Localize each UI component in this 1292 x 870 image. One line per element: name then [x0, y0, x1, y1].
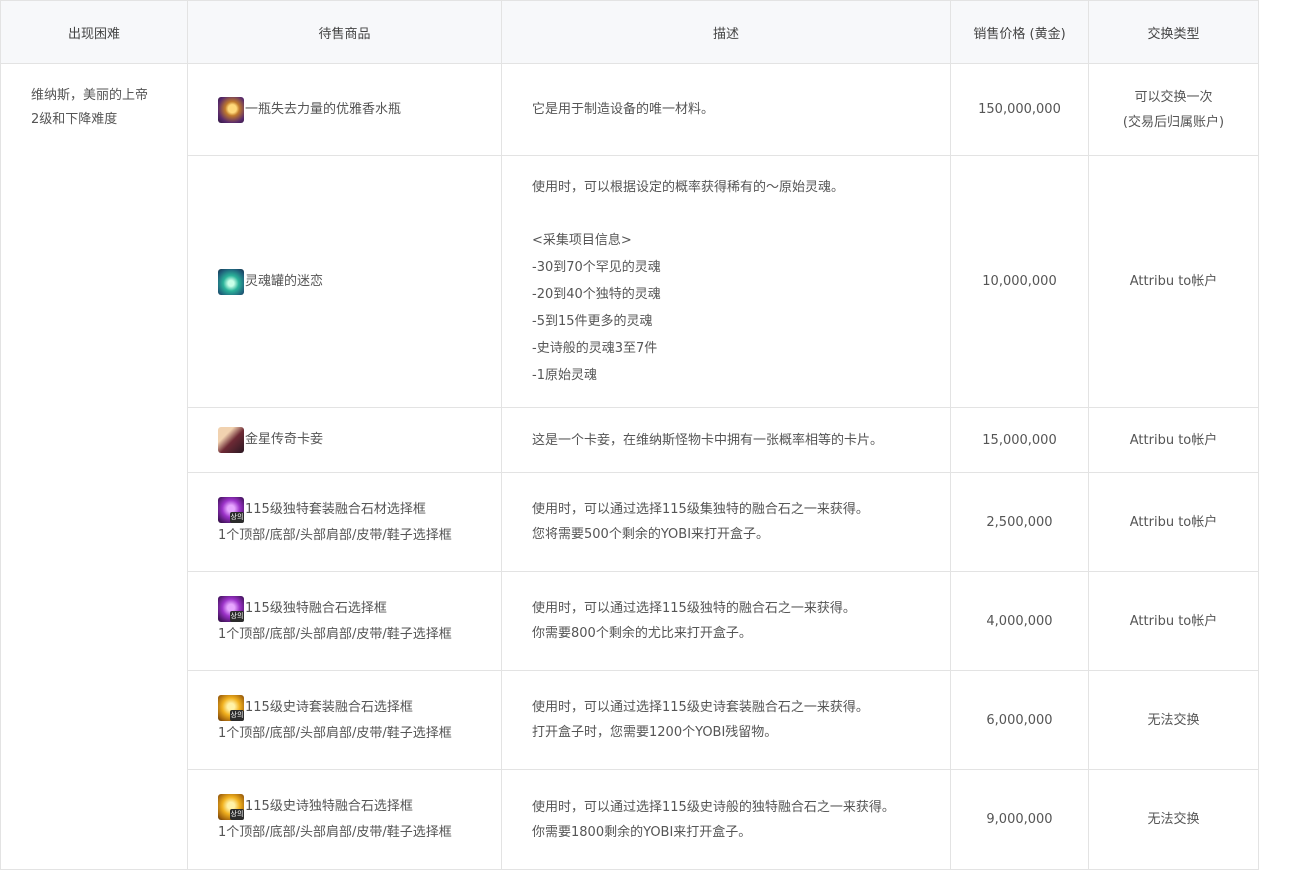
item-name: 115级史诗套装融合石选择框 — [245, 699, 413, 715]
trade-type-cell: Attribu to帐户 — [1088, 407, 1259, 473]
price-cell: 2,500,000 — [950, 472, 1089, 572]
item-cell: 상의 115级独特套装融合石材选择框 1个顶部/底部/头部肩部/皮带/鞋子选择框 — [187, 472, 502, 572]
difficulty-line-2: 2级和下降难度 — [31, 112, 118, 127]
price-cell: 15,000,000 — [950, 407, 1089, 473]
description-line: 使用时，可以根据设定的概率获得稀有的～原始灵魂。 — [532, 180, 845, 195]
price-cell: 9,000,000 — [950, 769, 1089, 870]
price-cell: 4,000,000 — [950, 571, 1089, 671]
description-line: -5到15件更多的灵魂 — [532, 314, 653, 329]
trade-type-cell: 无法交换 — [1088, 769, 1259, 870]
header-difficulty: 出现困难 — [0, 0, 188, 64]
description-line: -史诗般的灵魂3至7件 — [532, 341, 658, 356]
item-name: 115级独特融合石选择框 — [245, 600, 387, 616]
soul-urn-icon — [218, 268, 244, 295]
table-row: 상의 115级独特套装融合石材选择框 1个顶部/底部/头部肩部/皮带/鞋子选择框… — [1, 472, 1259, 572]
description-line: 打开盒子时，您需要1200个YOBI残留物。 — [532, 725, 778, 740]
item-name: 115级史诗独特融合石选择框 — [245, 799, 413, 814]
description-cell: 使用时，可以通过选择115级史诗般的独特融合石之一来获得。 你需要1800剩余的… — [501, 769, 951, 870]
table-row: 상의 115级独特融合石选择框 1个顶部/底部/头部肩部/皮带/鞋子选择框 使用… — [1, 571, 1259, 671]
description-cell: 使用时，可以通过选择115级史诗套装融合石之一来获得。 打开盒子时，您需要120… — [501, 670, 951, 770]
table-row: 金星传奇卡妾 这是一个卡妾，在维纳斯怪物卡中拥有一张概率相等的卡片。 15,00… — [1, 407, 1259, 473]
description-line: 您将需要500个剩余的YOBI来打开盒子。 — [532, 527, 770, 542]
purple-box-icon: 상의 — [218, 496, 244, 523]
difficulty-line-1: 维纳斯，美丽的上帝 — [31, 88, 149, 103]
icon-tag: 상의 — [230, 709, 244, 721]
icon-tag: 상의 — [230, 610, 244, 622]
gold-box-icon: 상의 — [218, 794, 244, 820]
price-cell: 150,000,000 — [950, 63, 1089, 156]
item-subtitle: 1个顶部/底部/头部肩部/皮带/鞋子选择框 — [218, 725, 452, 741]
price-cell: 6,000,000 — [950, 670, 1089, 770]
description-cell: 这是一个卡妾，在维纳斯怪物卡中拥有一张概率相等的卡片。 — [501, 407, 951, 473]
perfume-bottle-icon — [218, 96, 244, 123]
description-line: 使用时，可以通过选择115级独特的融合石之一来获得。 — [532, 601, 856, 616]
trade-type-cell: 无法交换 — [1088, 670, 1259, 770]
description-cell: 使用时，可以通过选择115级独特的融合石之一来获得。 你需要800个剩余的尤比来… — [501, 571, 951, 671]
description-line: 你需要800个剩余的尤比来打开盒子。 — [532, 626, 752, 641]
difficulty-cell: 维纳斯，美丽的上帝 2级和下降难度 — [0, 63, 188, 870]
table-row: 维纳斯，美丽的上帝 2级和下降难度 一瓶失去力量的优雅香水瓶 它是用于制造设备的… — [0, 63, 1259, 870]
description-line: -30到70个罕见的灵魂 — [532, 260, 661, 275]
purple-box-icon: 상의 — [218, 595, 244, 622]
description-line: <采集项目信息> — [532, 233, 632, 248]
description-line: 使用时，可以通过选择115级集独特的融合石之一来获得。 — [532, 502, 869, 517]
icon-tag: 상의 — [230, 511, 244, 523]
icon-tag: 상의 — [230, 809, 244, 820]
description-line: -1原始灵魂 — [532, 368, 597, 383]
description-line: 使用时，可以通过选择115级史诗套装融合石之一来获得。 — [532, 700, 869, 715]
trade-type-cell: Attribu to帐户 — [1088, 472, 1259, 572]
description-cell: 它是用于制造设备的唯一材料。 — [501, 63, 951, 156]
description-line: 你需要1800剩余的YOBI来打开盒子。 — [532, 824, 752, 840]
item-name: 一瓶失去力量的优雅香水瓶 — [245, 101, 402, 117]
shop-table: 出现困难 待售商品 描述 销售价格 (黄金) 交换类型 维纳斯，美丽的上帝 2级… — [0, 0, 1259, 870]
description-line: -20到40个独特的灵魂 — [532, 287, 661, 302]
table-header-row: 出现困难 待售商品 描述 销售价格 (黄金) 交换类型 — [0, 0, 1259, 64]
item-cell: 상의 115级独特融合石选择框 1个顶部/底部/头部肩部/皮带/鞋子选择框 — [187, 571, 502, 671]
table-row: 상의 115级史诗套装融合石选择框 1个顶部/底部/头部肩部/皮带/鞋子选择框 … — [1, 670, 1259, 770]
description-cell: 使用时，可以根据设定的概率获得稀有的～原始灵魂。 <采集项目信息> -30到70… — [501, 155, 951, 408]
description-cell: 使用时，可以通过选择115级集独特的融合石之一来获得。 您将需要500个剩余的Y… — [501, 472, 951, 572]
description-line: 这是一个卡妾，在维纳斯怪物卡中拥有一张概率相等的卡片。 — [532, 432, 884, 448]
header-item: 待售商品 — [187, 0, 502, 64]
trade-type-line: 可以交换一次 — [1134, 89, 1213, 105]
item-cell: 灵魂罐的迷恋 — [187, 155, 502, 408]
table-row: 灵魂罐的迷恋 使用时，可以根据设定的概率获得稀有的～原始灵魂。 <采集项目信息>… — [1, 155, 1259, 408]
item-cell: 一瓶失去力量的优雅香水瓶 — [187, 63, 502, 156]
description-line: 使用时，可以通过选择115级史诗般的独特融合石之一来获得。 — [532, 799, 895, 815]
trade-type-cell: 可以交换一次 (交易后归属账户) — [1088, 63, 1259, 156]
trade-type-cell: Attribu to帐户 — [1088, 571, 1259, 671]
card-pack-icon — [218, 427, 244, 453]
gold-box-icon: 상의 — [218, 694, 244, 721]
description-line: 它是用于制造设备的唯一材料。 — [532, 102, 715, 117]
item-name: 115级独特套装融合石材选择框 — [245, 501, 426, 517]
trade-type-note: (交易后归属账户) — [1122, 114, 1225, 130]
item-subtitle: 1个顶部/底部/头部肩部/皮带/鞋子选择框 — [218, 527, 452, 543]
item-cell: 金星传奇卡妾 — [187, 407, 502, 473]
item-subtitle: 1个顶部/底部/头部肩部/皮带/鞋子选择框 — [218, 825, 452, 840]
table-row: 상의 115级史诗独特融合石选择框 1个顶部/底部/头部肩部/皮带/鞋子选择框 … — [1, 769, 1259, 870]
trade-type-cell: Attribu to帐户 — [1088, 155, 1259, 408]
item-cell: 상의 115级史诗套装融合石选择框 1个顶部/底部/头部肩部/皮带/鞋子选择框 — [187, 670, 502, 770]
item-name: 金星传奇卡妾 — [245, 432, 324, 447]
header-trade-type: 交换类型 — [1088, 0, 1259, 64]
header-description: 描述 — [501, 0, 951, 64]
item-cell: 상의 115级史诗独特融合石选择框 1个顶部/底部/头部肩部/皮带/鞋子选择框 — [187, 769, 502, 870]
item-name: 灵魂罐的迷恋 — [245, 273, 324, 289]
item-subtitle: 1个顶部/底部/头部肩部/皮带/鞋子选择框 — [218, 626, 452, 642]
price-cell: 10,000,000 — [950, 155, 1089, 408]
header-price: 销售价格 (黄金) — [950, 0, 1089, 64]
